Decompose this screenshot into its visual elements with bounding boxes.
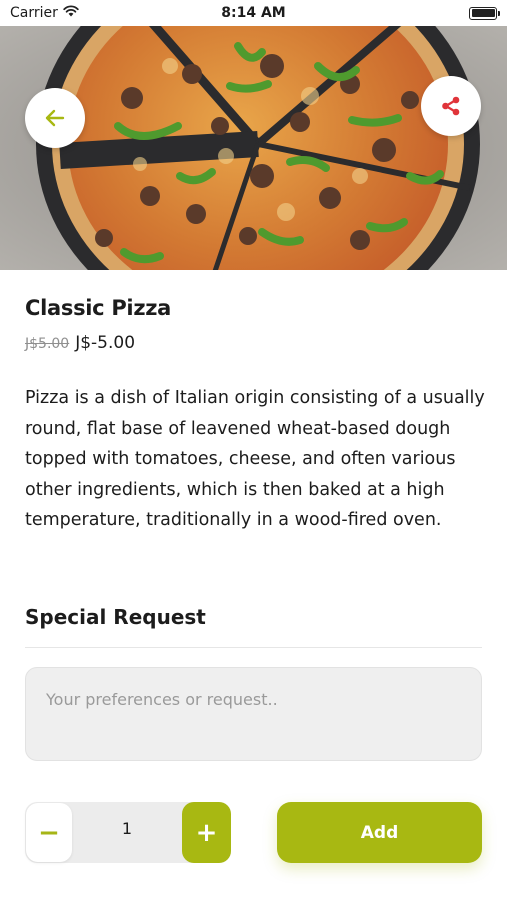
back-button[interactable] — [25, 88, 85, 148]
price-row: J$5.00 J$-5.00 — [25, 333, 135, 353]
product-description: Pizza is a dish of Italian origin consis… — [25, 388, 485, 530]
product-title: Classic Pizza — [25, 296, 172, 320]
original-price: J$5.00 — [25, 336, 70, 352]
increase-quantity-button[interactable]: + — [182, 802, 231, 863]
pizza-photo — [0, 26, 507, 270]
special-request-input[interactable] — [26, 668, 481, 760]
quantity-value: 1 — [121, 818, 133, 838]
arrow-left-icon — [43, 106, 67, 130]
status-bar: Carrier 8:14 AM — [0, 0, 507, 26]
special-request-heading: Special Request — [25, 605, 206, 629]
decrease-quantity-button[interactable]: − — [26, 803, 72, 862]
product-image — [0, 26, 507, 270]
divider — [25, 647, 482, 648]
share-icon — [440, 95, 462, 117]
status-time: 8:14 AM — [221, 5, 286, 21]
quantity-stepper: − 1 + — [25, 802, 231, 863]
current-price: J$-5.00 — [75, 333, 136, 353]
share-button[interactable] — [421, 76, 481, 136]
special-request-box — [25, 667, 482, 761]
add-to-cart-button[interactable]: Add — [277, 802, 482, 863]
battery-icon — [469, 6, 500, 20]
